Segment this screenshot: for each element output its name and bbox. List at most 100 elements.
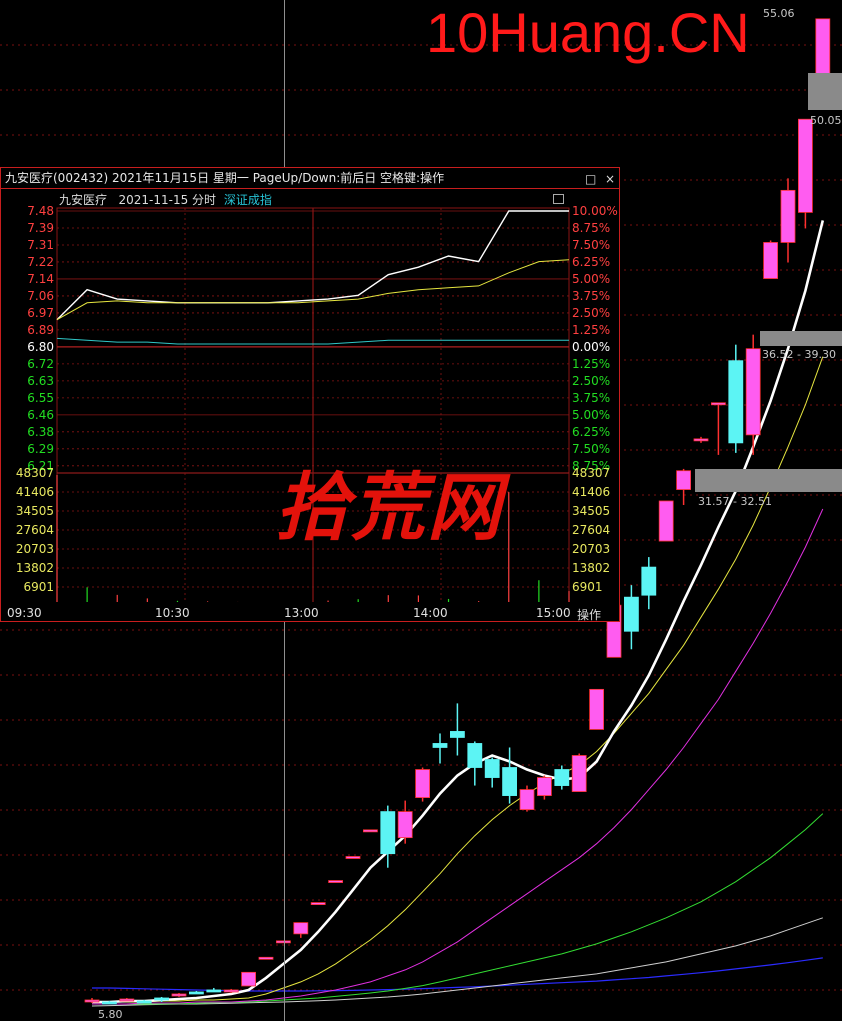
candle-body bbox=[641, 566, 657, 596]
candle bbox=[415, 767, 431, 802]
candle bbox=[171, 992, 187, 997]
volume-label: 48307 bbox=[16, 466, 54, 480]
candle-body bbox=[154, 997, 170, 1001]
volume-label-right: 20703 bbox=[572, 542, 610, 556]
candle bbox=[310, 902, 326, 905]
time-label-0930: 09:30 bbox=[7, 606, 42, 620]
pct-label: 1.25% bbox=[572, 323, 610, 337]
candle bbox=[188, 990, 204, 995]
price-label: 6.63 bbox=[27, 374, 54, 388]
pct-label: 10.00% bbox=[572, 204, 618, 218]
candle bbox=[449, 703, 465, 756]
candle-body bbox=[102, 1001, 117, 1005]
index-overlay-name[interactable]: 深证成指 bbox=[224, 193, 272, 207]
candle-body bbox=[798, 118, 813, 213]
candle-body bbox=[449, 731, 465, 738]
ma-line-green bbox=[92, 813, 824, 1005]
candle bbox=[676, 468, 691, 505]
volume-label: 27604 bbox=[16, 523, 54, 537]
candle-body bbox=[676, 470, 691, 490]
price-label: 6.38 bbox=[27, 425, 54, 439]
price-label: 7.22 bbox=[27, 255, 54, 269]
time-label-1400: 14:00 bbox=[413, 606, 448, 620]
volume-label-right: 6901 bbox=[572, 580, 603, 594]
pct-label: 2.50% bbox=[572, 306, 610, 320]
site-watermark: 10Huang.CN bbox=[426, 1, 750, 64]
price-band-top bbox=[808, 73, 842, 110]
minute-subtitle: 九安医疗 2021-11-15 分时 深证成指 bbox=[59, 191, 272, 208]
pct-label: 7.50% bbox=[572, 238, 610, 252]
price-label: 6.89 bbox=[27, 323, 54, 337]
volume-label-right: 27604 bbox=[572, 523, 610, 537]
volume-label: 34505 bbox=[16, 504, 54, 518]
price-label: 6.72 bbox=[27, 357, 54, 371]
candle bbox=[711, 402, 726, 455]
price-label: 6.46 bbox=[27, 408, 54, 422]
candle bbox=[328, 880, 344, 883]
candle bbox=[693, 436, 709, 443]
candle-body bbox=[84, 999, 100, 1003]
pct-label: 5.00% bbox=[572, 408, 610, 422]
ma-line-blue bbox=[92, 957, 823, 992]
volume-label: 13802 bbox=[16, 561, 54, 575]
candle-body bbox=[763, 242, 778, 279]
panel-toggle-icon[interactable] bbox=[553, 194, 564, 204]
volume-label: 20703 bbox=[16, 542, 54, 556]
candle bbox=[780, 178, 796, 263]
candle bbox=[432, 733, 448, 764]
time-label-1500: 15:00 bbox=[536, 606, 571, 620]
restore-button[interactable]: □ bbox=[585, 169, 596, 189]
operate-button[interactable]: 操作 bbox=[577, 606, 601, 623]
candle-body bbox=[745, 348, 761, 436]
candle-body bbox=[171, 993, 187, 997]
volume-label-right: 48307 bbox=[572, 466, 610, 480]
candle bbox=[763, 240, 778, 279]
candle-body bbox=[571, 755, 587, 792]
candle-body bbox=[293, 922, 309, 935]
price-label: 7.39 bbox=[27, 221, 54, 235]
price-mark-range-upper: 36.52 - 39.30 bbox=[762, 348, 836, 361]
price-mark-high: 55.06 bbox=[763, 7, 795, 20]
volume-label-right: 41406 bbox=[572, 485, 610, 499]
candle bbox=[658, 500, 674, 542]
time-label-1300: 13:00 bbox=[284, 606, 319, 620]
candle-body bbox=[310, 902, 326, 905]
candle bbox=[84, 997, 100, 1003]
candle-body bbox=[554, 769, 570, 786]
candle-body bbox=[711, 402, 726, 406]
candle bbox=[624, 585, 639, 650]
candle bbox=[397, 800, 413, 844]
candle bbox=[241, 971, 257, 987]
popup-title-bar[interactable]: 九安医疗(002432) 2021年11月15日 星期一 PageUp/Down… bbox=[1, 168, 619, 189]
price-mark-range-lower: 31.57 - 32.51 bbox=[698, 495, 772, 508]
candle bbox=[554, 765, 570, 790]
candle-body bbox=[328, 880, 344, 883]
candle-body bbox=[380, 811, 396, 855]
candle-body bbox=[728, 360, 744, 444]
candle-body bbox=[119, 998, 135, 1002]
popup-title-text: 九安医疗(002432) 2021年11月15日 星期一 PageUp/Down… bbox=[5, 171, 445, 185]
candle-body bbox=[693, 438, 709, 442]
candle-body bbox=[589, 688, 604, 730]
pct-label: 7.50% bbox=[572, 442, 610, 456]
candle bbox=[728, 344, 744, 453]
candle bbox=[484, 757, 500, 788]
price-band-lower bbox=[695, 469, 842, 492]
candle-body bbox=[136, 1000, 152, 1004]
candle bbox=[798, 118, 813, 229]
time-label-1030: 10:30 bbox=[155, 606, 190, 620]
volume-label-right: 13802 bbox=[572, 561, 610, 575]
chart-date: 2021-11-15 bbox=[118, 193, 189, 207]
pct-label: 8.75% bbox=[572, 221, 610, 235]
candle bbox=[641, 557, 657, 610]
candle-body bbox=[537, 777, 552, 796]
candle bbox=[206, 987, 222, 993]
candle-body bbox=[815, 18, 831, 81]
candle bbox=[589, 688, 604, 730]
candle-body bbox=[206, 989, 222, 993]
candle-body bbox=[624, 596, 639, 632]
brand-watermark: 拾荒网 bbox=[275, 465, 503, 551]
close-button[interactable]: × bbox=[605, 169, 615, 189]
candle-body bbox=[780, 189, 796, 243]
pct-label: 5.00% bbox=[572, 272, 610, 286]
